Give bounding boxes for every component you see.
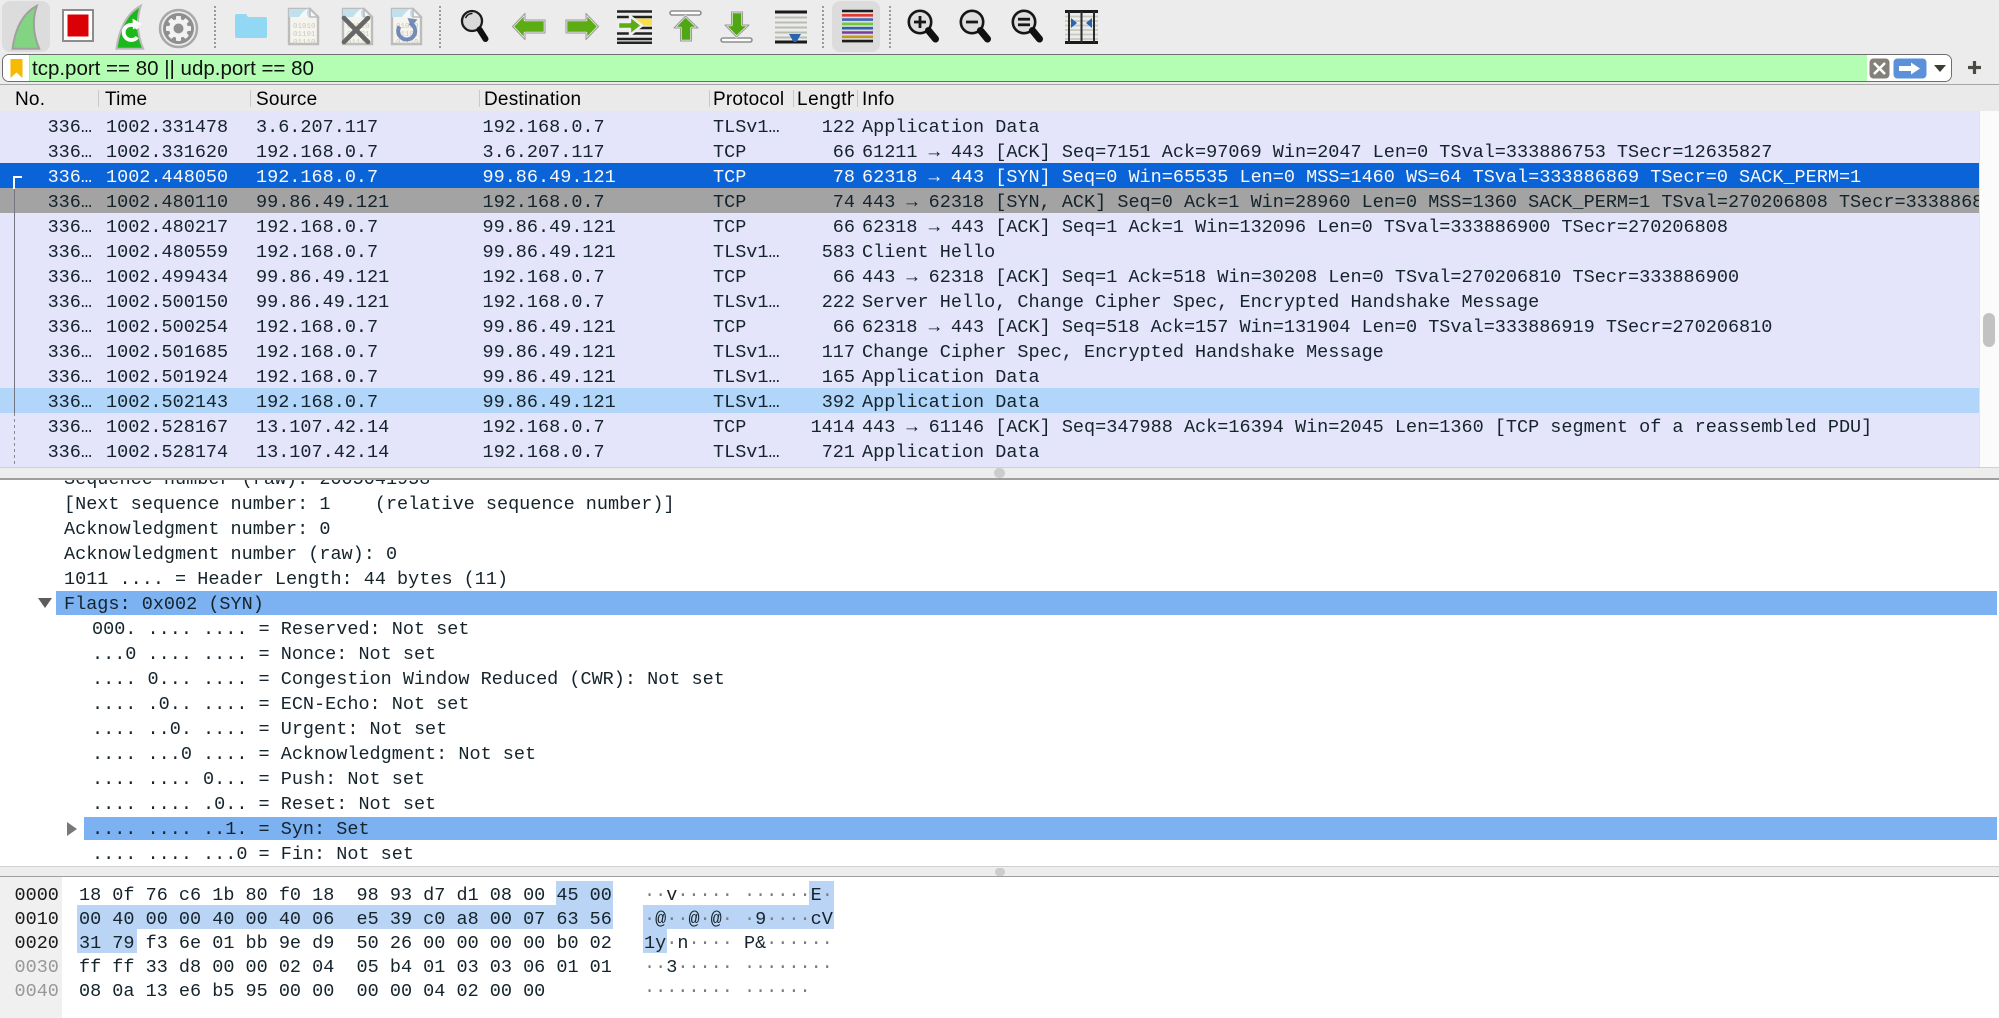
svg-text:01010: 01010	[293, 23, 316, 31]
svg-text:01110: 01110	[293, 39, 316, 46]
svg-text:01101: 01101	[293, 31, 316, 39]
